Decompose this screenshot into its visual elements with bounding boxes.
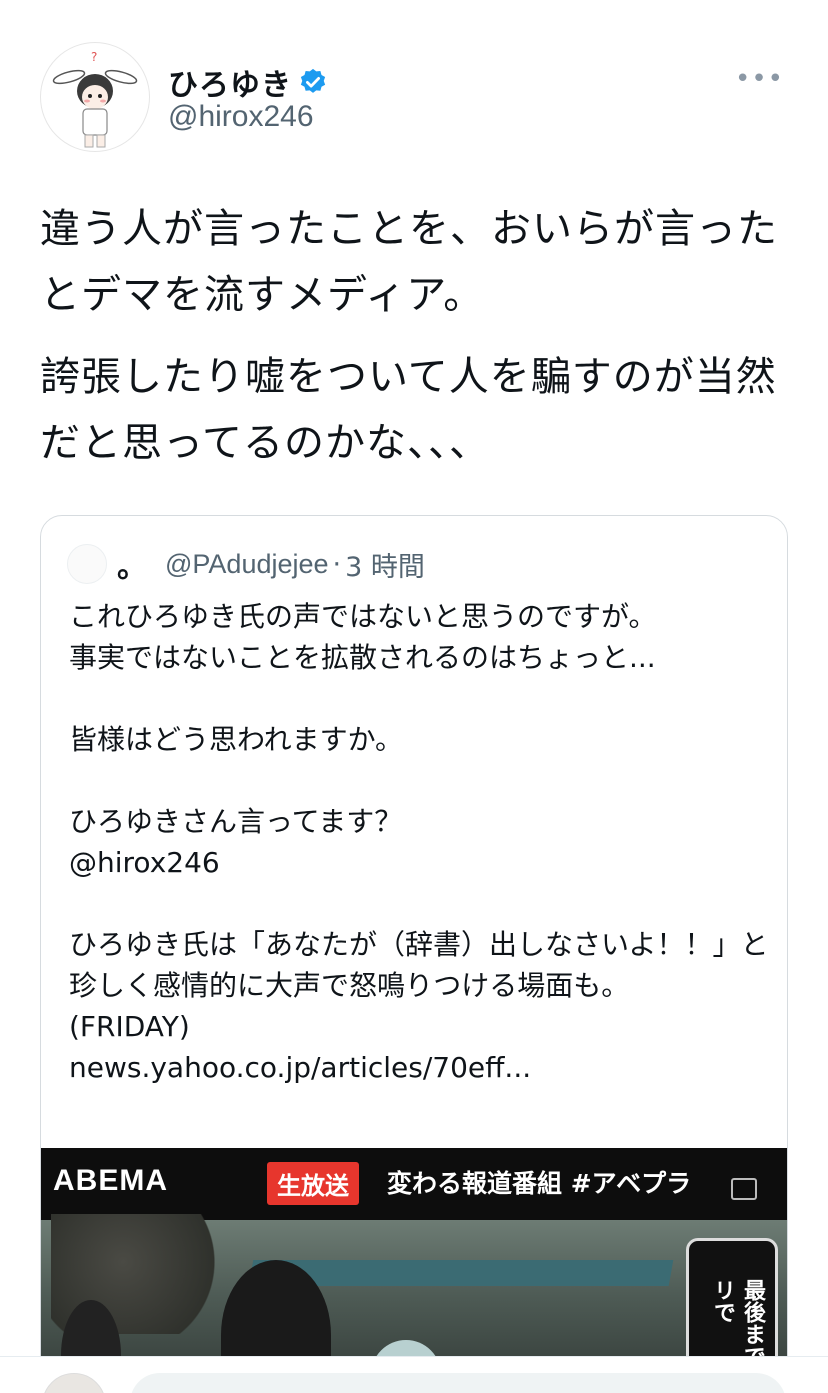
- quoted-tweet-text: これひろゆき氏の声ではないと思うのですが。 事実ではないことを拡散されるのはちょ…: [69, 600, 769, 1084]
- tweet-header: ? ひろゆき @hirox246 •••: [40, 42, 790, 154]
- quoted-timestamp: 3 時間: [345, 551, 425, 583]
- reply-bar: [0, 1356, 828, 1393]
- author-handle[interactable]: @hirox246: [168, 100, 314, 134]
- author-avatar[interactable]: ?: [40, 42, 150, 152]
- quoted-author-handle[interactable]: @PAdudjejee: [165, 549, 329, 580]
- quoted-tweet-card[interactable]: 。 @PAdudjejee · 3 時間 これひろゆき氏の声ではないと思うのです…: [40, 515, 788, 1393]
- separator-dot: ·: [332, 548, 342, 580]
- reply-input[interactable]: [130, 1373, 786, 1393]
- abema-logo: ABEMA: [53, 1164, 168, 1197]
- quoted-tweet-header: 。 @PAdudjejee · 3 時間: [67, 542, 425, 586]
- quoted-author-name[interactable]: 。: [117, 542, 147, 586]
- svg-text:?: ?: [91, 50, 97, 64]
- closed-caption-icon: [731, 1178, 757, 1200]
- quoted-author-avatar[interactable]: [67, 544, 107, 584]
- broadcast-title: 変わる報道番組 #アベプラ: [387, 1169, 692, 1198]
- tweet-body: 違う人が言ったことを、おいらが言ったとデマを流すメディア。 誇張したり嘘をついて…: [40, 196, 790, 476]
- more-options-icon[interactable]: •••: [735, 64, 784, 94]
- author-name[interactable]: ひろゆき: [168, 60, 292, 104]
- avatar-illustration-icon: ?: [52, 50, 138, 148]
- tweet-paragraph: 誇張したり嘘をついて人を騙すのが当然だと思ってるのかな、、、: [40, 354, 777, 466]
- author-name-row: ひろゆき: [168, 60, 328, 104]
- live-badge: 生放送: [267, 1162, 359, 1205]
- verified-badge-icon: [300, 68, 326, 93]
- tweet-paragraph: 違う人が言ったことを、おいらが言ったとデマを流すメディア。: [40, 206, 778, 318]
- user-avatar[interactable]: [42, 1373, 106, 1393]
